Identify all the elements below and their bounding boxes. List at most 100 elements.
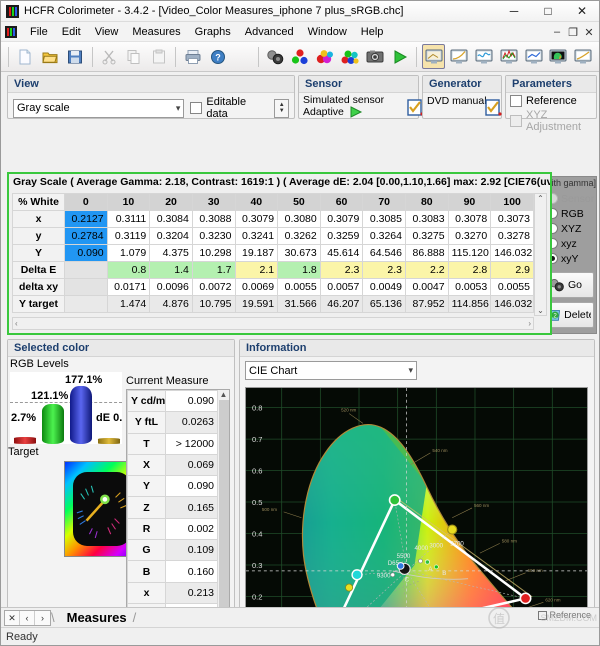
grayscale-col-header[interactable]: 70 bbox=[363, 194, 406, 211]
view-select[interactable]: Gray scale ▾ bbox=[13, 99, 184, 118]
grayscale-cell[interactable]: 0.3073 bbox=[491, 211, 534, 228]
grayscale-cell[interactable]: 0.3264 bbox=[363, 228, 406, 245]
menu-measures[interactable]: Measures bbox=[125, 24, 187, 40]
grayscale-cell[interactable] bbox=[65, 262, 108, 279]
scroll-down-icon[interactable]: ⌄ bbox=[537, 306, 544, 315]
grayscale-col-header[interactable]: 0 bbox=[65, 194, 108, 211]
grayscale-cell[interactable]: 0.3079 bbox=[320, 211, 363, 228]
grayscale-cell[interactable]: 1.474 bbox=[107, 296, 150, 313]
help-question-icon[interactable]: ? bbox=[206, 44, 229, 69]
grayscale-cell[interactable]: 2.3 bbox=[363, 262, 406, 279]
grayscale-cell[interactable]: 45.614 bbox=[320, 245, 363, 262]
grayscale-cell[interactable]: 114.856 bbox=[448, 296, 491, 313]
grayscale-cell[interactable]: 0.8 bbox=[107, 262, 150, 279]
monitor-extra-icon[interactable] bbox=[572, 44, 595, 69]
grayscale-cell[interactable]: 31.566 bbox=[278, 296, 321, 313]
grayscale-cell[interactable]: 0.0069 bbox=[235, 279, 278, 296]
view-spinner[interactable]: ▲ ▼ bbox=[274, 99, 289, 118]
tab-prev-button[interactable]: ‹ bbox=[20, 611, 35, 625]
grayscale-cell[interactable]: 0.2784 bbox=[65, 228, 108, 245]
menu-advanced[interactable]: Advanced bbox=[238, 24, 301, 40]
maximize-button[interactable]: □ bbox=[531, 1, 565, 22]
scroll-right-icon[interactable]: › bbox=[528, 319, 531, 328]
grayscale-cell[interactable]: 0.3278 bbox=[491, 228, 534, 245]
play-green-icon[interactable] bbox=[388, 44, 411, 69]
grayscale-cell[interactable]: 0.0049 bbox=[363, 279, 406, 296]
radio-rgb[interactable]: RGB bbox=[547, 206, 593, 221]
color-balls-icon[interactable] bbox=[289, 44, 312, 69]
grayscale-cell[interactable]: 0.0055 bbox=[278, 279, 321, 296]
grayscale-cell[interactable]: 2.3 bbox=[320, 262, 363, 279]
radio-xyz[interactable]: XYZ bbox=[547, 221, 593, 236]
cie-chart[interactable]: 520 nm 540 nm 500 nm 480 nm 460 nm 440 n… bbox=[245, 387, 588, 607]
color-palette-icon[interactable] bbox=[314, 44, 337, 69]
menu-view[interactable]: View bbox=[88, 24, 126, 40]
grayscale-cell[interactable]: 4.375 bbox=[150, 245, 193, 262]
menu-graphs[interactable]: Graphs bbox=[188, 24, 238, 40]
grayscale-cell[interactable]: 146.032 bbox=[491, 245, 534, 262]
monitor-rgb-levels-icon[interactable] bbox=[497, 44, 520, 69]
save-disk-icon[interactable] bbox=[64, 44, 87, 69]
grayscale-cell[interactable]: 10.795 bbox=[192, 296, 235, 313]
grayscale-cell[interactable]: 0.0171 bbox=[107, 279, 150, 296]
monitor-cie-icon[interactable] bbox=[547, 44, 570, 69]
grayscale-cell[interactable]: 1.7 bbox=[192, 262, 235, 279]
grayscale-cell[interactable] bbox=[65, 296, 108, 313]
grayscale-cell[interactable] bbox=[65, 279, 108, 296]
play-green-icon[interactable] bbox=[348, 106, 364, 118]
reference-checkbox[interactable]: Reference bbox=[510, 95, 592, 107]
monitor-gamma-curve-icon[interactable] bbox=[447, 44, 470, 69]
grayscale-cell[interactable]: 0.2127 bbox=[65, 211, 108, 228]
delete-button[interactable]: 2 Delete bbox=[545, 302, 594, 328]
chart-select[interactable]: CIE Chart ▾ bbox=[245, 361, 417, 380]
tab-measures[interactable]: Measures bbox=[61, 610, 133, 625]
grayscale-cell[interactable]: 0.0096 bbox=[150, 279, 193, 296]
grayscale-cell[interactable]: 19.187 bbox=[235, 245, 278, 262]
menu-file[interactable]: File bbox=[23, 24, 55, 40]
camera-icon[interactable] bbox=[364, 44, 387, 69]
grayscale-cell[interactable]: 0.0055 bbox=[491, 279, 534, 296]
grayscale-col-header[interactable]: 10 bbox=[107, 194, 150, 211]
grayscale-cell[interactable]: 0.3204 bbox=[150, 228, 193, 245]
grayscale-cell[interactable]: 146.032 bbox=[491, 296, 534, 313]
tab-nav-buttons[interactable]: ✕ ‹ › bbox=[4, 610, 51, 626]
grayscale-cell[interactable]: 0.3085 bbox=[363, 211, 406, 228]
grayscale-cell[interactable]: 0.3270 bbox=[448, 228, 491, 245]
grayscale-cell[interactable]: 0.0057 bbox=[320, 279, 363, 296]
scrollbar-thumb[interactable] bbox=[219, 400, 229, 607]
grayscale-cell[interactable]: 0.3259 bbox=[320, 228, 363, 245]
grayscale-cell[interactable]: 0.3079 bbox=[235, 211, 278, 228]
grayscale-cell[interactable]: 0.3083 bbox=[406, 211, 449, 228]
grayscale-cell[interactable]: 0.3262 bbox=[278, 228, 321, 245]
grayscale-col-header[interactable]: 60 bbox=[320, 194, 363, 211]
radio-xyy[interactable]: xyY bbox=[547, 251, 593, 266]
grayscale-cell[interactable]: 0.3088 bbox=[192, 211, 235, 228]
grayscale-cell[interactable]: 0.3241 bbox=[235, 228, 278, 245]
grayscale-cell[interactable]: 87.952 bbox=[406, 296, 449, 313]
grayscale-cell[interactable]: 0.3111 bbox=[107, 211, 150, 228]
grayscale-cell[interactable]: 2.2 bbox=[406, 262, 449, 279]
grayscale-cell[interactable]: 46.207 bbox=[320, 296, 363, 313]
grayscale-cell[interactable]: 0.3084 bbox=[150, 211, 193, 228]
grayscale-cell[interactable]: 0.3080 bbox=[278, 211, 321, 228]
grayscale-cell[interactable]: 1.4 bbox=[150, 262, 193, 279]
grayscale-cell[interactable]: 64.546 bbox=[363, 245, 406, 262]
grayscale-cell[interactable]: 0.3275 bbox=[406, 228, 449, 245]
grayscale-cell[interactable]: 10.298 bbox=[192, 245, 235, 262]
grayscale-col-header[interactable]: 90 bbox=[448, 194, 491, 211]
grayscale-col-header[interactable]: 40 bbox=[235, 194, 278, 211]
grayscale-cell[interactable]: 4.876 bbox=[150, 296, 193, 313]
mdi-restore-button[interactable]: ❐ bbox=[565, 26, 581, 39]
mdi-minimize-button[interactable]: – bbox=[549, 26, 565, 38]
grayscale-cell[interactable]: 0.3230 bbox=[192, 228, 235, 245]
generator-config-button[interactable] bbox=[483, 98, 503, 118]
menu-window[interactable]: Window bbox=[301, 24, 354, 40]
grayscale-col-header[interactable]: 100 bbox=[491, 194, 534, 211]
sensor-calibrate-icon[interactable] bbox=[264, 44, 287, 69]
monitor-line-icon[interactable] bbox=[522, 44, 545, 69]
grayscale-cell[interactable]: 0.0053 bbox=[448, 279, 491, 296]
monitor-curve-icon[interactable] bbox=[472, 44, 495, 69]
color-spheres-icon[interactable] bbox=[339, 44, 362, 69]
mdi-app-icon[interactable] bbox=[5, 26, 17, 38]
tab-close-button[interactable]: ✕ bbox=[5, 611, 20, 625]
